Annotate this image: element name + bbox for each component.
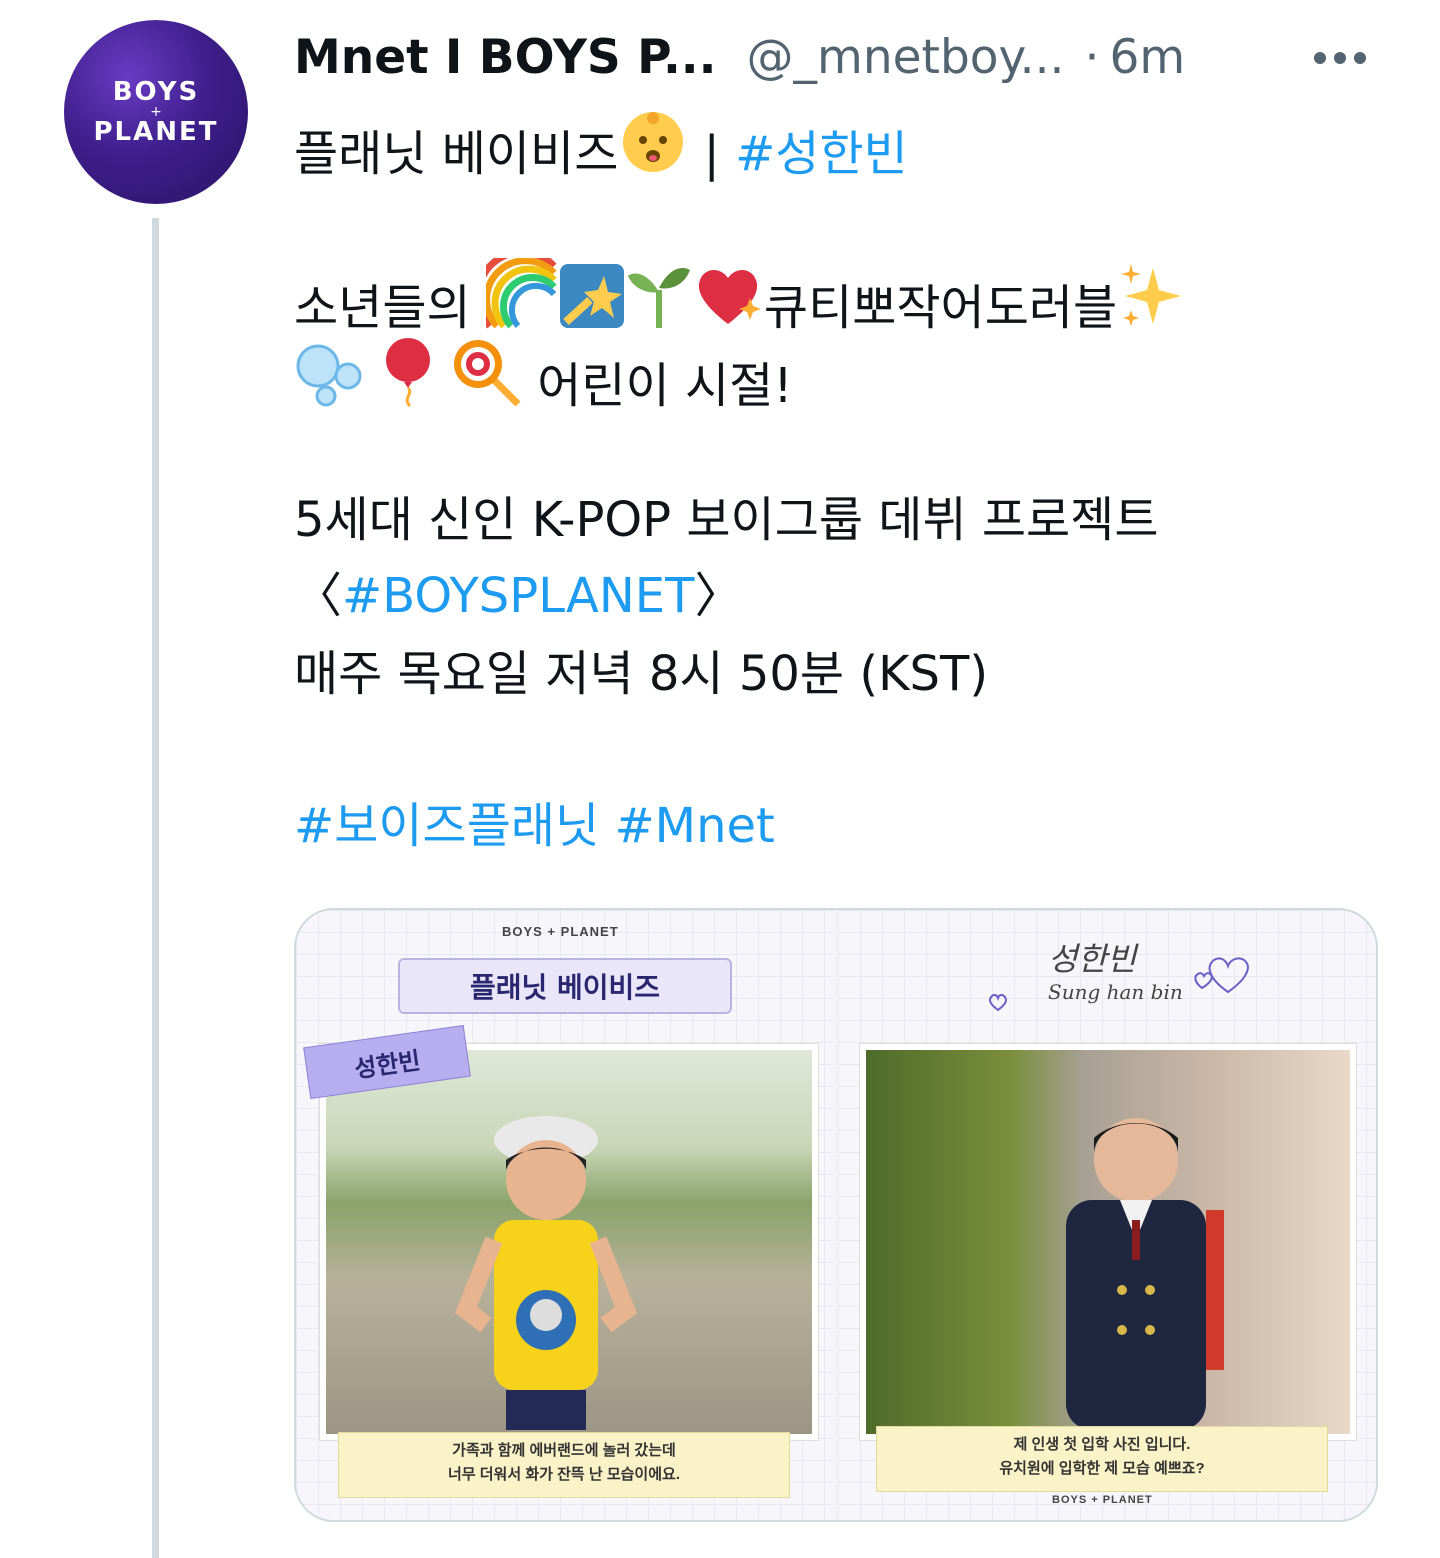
lollipop-icon	[450, 336, 522, 424]
seedling-icon	[626, 260, 692, 346]
bracket-close: 〉	[694, 568, 743, 624]
tweet-line-5: 〈#BOYSPLANET〉	[294, 564, 742, 628]
boys-planet-logo: BOYS + PLANET	[1052, 1494, 1153, 1506]
childhood-photo-2	[860, 1044, 1356, 1440]
tweet-text: 큐티뽀작어도러블	[763, 280, 1118, 336]
tweet-line-6: 매주 목요일 저녁 8시 50분 (KST)	[294, 646, 989, 702]
user-handle[interactable]: @_mnetboy...	[747, 30, 1065, 85]
media-image-2[interactable]: 성한빈 Sung han bin 제 인생 첫 입학 사진 입니다. 유치원에 …	[838, 910, 1376, 1520]
sparkles-icon	[1117, 260, 1187, 346]
balloon-icon	[380, 336, 436, 424]
tweet-line-2: 소년들의 큐티뽀작어도러블	[294, 248, 1187, 346]
planet-babies-title: 플래닛 베이비즈	[398, 958, 732, 1014]
signature-korean: 성한빈	[1048, 940, 1137, 978]
timestamp[interactable]: 6m	[1109, 30, 1185, 85]
hashtag-boysplanet[interactable]: #BOYSPLANET	[342, 568, 694, 624]
boys-planet-logo: BOYS + PLANET	[502, 924, 619, 939]
photo-caption-2: 제 인생 첫 입학 사진 입니다. 유치원에 입학한 제 모습 예쁘죠?	[876, 1426, 1328, 1492]
bubbles-icon	[294, 338, 366, 424]
tweet-line-4: 5세대 신인 K-POP 보이그룹 데뷔 프로젝트	[294, 492, 1159, 548]
signature: 성한빈 Sung han bin	[1048, 934, 1183, 1004]
tweet-header: Mnet I BOYS P... @_mnetboy... · 6m	[294, 22, 1185, 92]
thread-line	[152, 218, 159, 1558]
tweet-text: 어린이 시절!	[522, 358, 793, 414]
separator-dot: ·	[1084, 29, 1100, 85]
rainbow-icon	[474, 248, 558, 346]
heart-doodle-icon	[1194, 957, 1249, 994]
signature-english: Sung han bin	[1048, 980, 1183, 1004]
childhood-photo-1	[320, 1044, 818, 1440]
media-image-1[interactable]: BOYS + PLANET 플래닛 베이비즈 성한빈 가족과 함께 에버랜드에 …	[296, 910, 834, 1520]
tweet-text: 플래닛 베이비즈	[294, 126, 619, 182]
sparkling-heart-icon	[692, 260, 764, 346]
bracket-open: 〈	[294, 568, 343, 624]
more-options-icon[interactable]	[1308, 26, 1372, 90]
shooting-star-icon	[558, 262, 626, 346]
caption-line: 제 인생 첫 입학 사진 입니다.	[1013, 1436, 1191, 1453]
hashtag-sunghanbin[interactable]: #성한빈	[735, 126, 908, 182]
baby-icon	[618, 106, 688, 192]
avatar-logo-line1: BOYS	[112, 77, 200, 107]
child-figure	[455, 1116, 637, 1430]
caption-line: 너무 더워서 화가 잔뜩 난 모습이에요.	[447, 1466, 680, 1483]
tweet-separator: |	[688, 126, 736, 182]
small-heart-icon	[989, 993, 1007, 1012]
caption-line: 가족과 함께 에버랜드에 놀러 갔는데	[452, 1442, 676, 1459]
tweet-media[interactable]: BOYS + PLANET 플래닛 베이비즈 성한빈 가족과 함께 에버랜드에 …	[294, 908, 1378, 1522]
avatar[interactable]: BOYS + PLANET	[64, 20, 248, 204]
child-figure	[1066, 1118, 1224, 1430]
display-name[interactable]: Mnet I BOYS P...	[294, 30, 717, 85]
tweet-line-3: 어린이 시절!	[294, 336, 793, 424]
photo-caption-1: 가족과 함께 에버랜드에 놀러 갔는데 너무 더워서 화가 잔뜩 난 모습이에요…	[338, 1432, 790, 1498]
avatar-logo-line3: PLANET	[93, 117, 219, 147]
hashtag-boysplanet-ko[interactable]: #보이즈플래닛	[294, 798, 599, 854]
hashtag-mnet[interactable]: #Mnet	[614, 798, 774, 854]
tweet-text: 소년들의	[294, 280, 486, 336]
tweet-line-1: 플래닛 베이비즈 | #성한빈	[294, 106, 908, 192]
tweet-hashtags: #보이즈플래닛 #Mnet	[294, 794, 775, 858]
caption-line: 유치원에 입학한 제 모습 예쁘죠?	[999, 1460, 1205, 1477]
